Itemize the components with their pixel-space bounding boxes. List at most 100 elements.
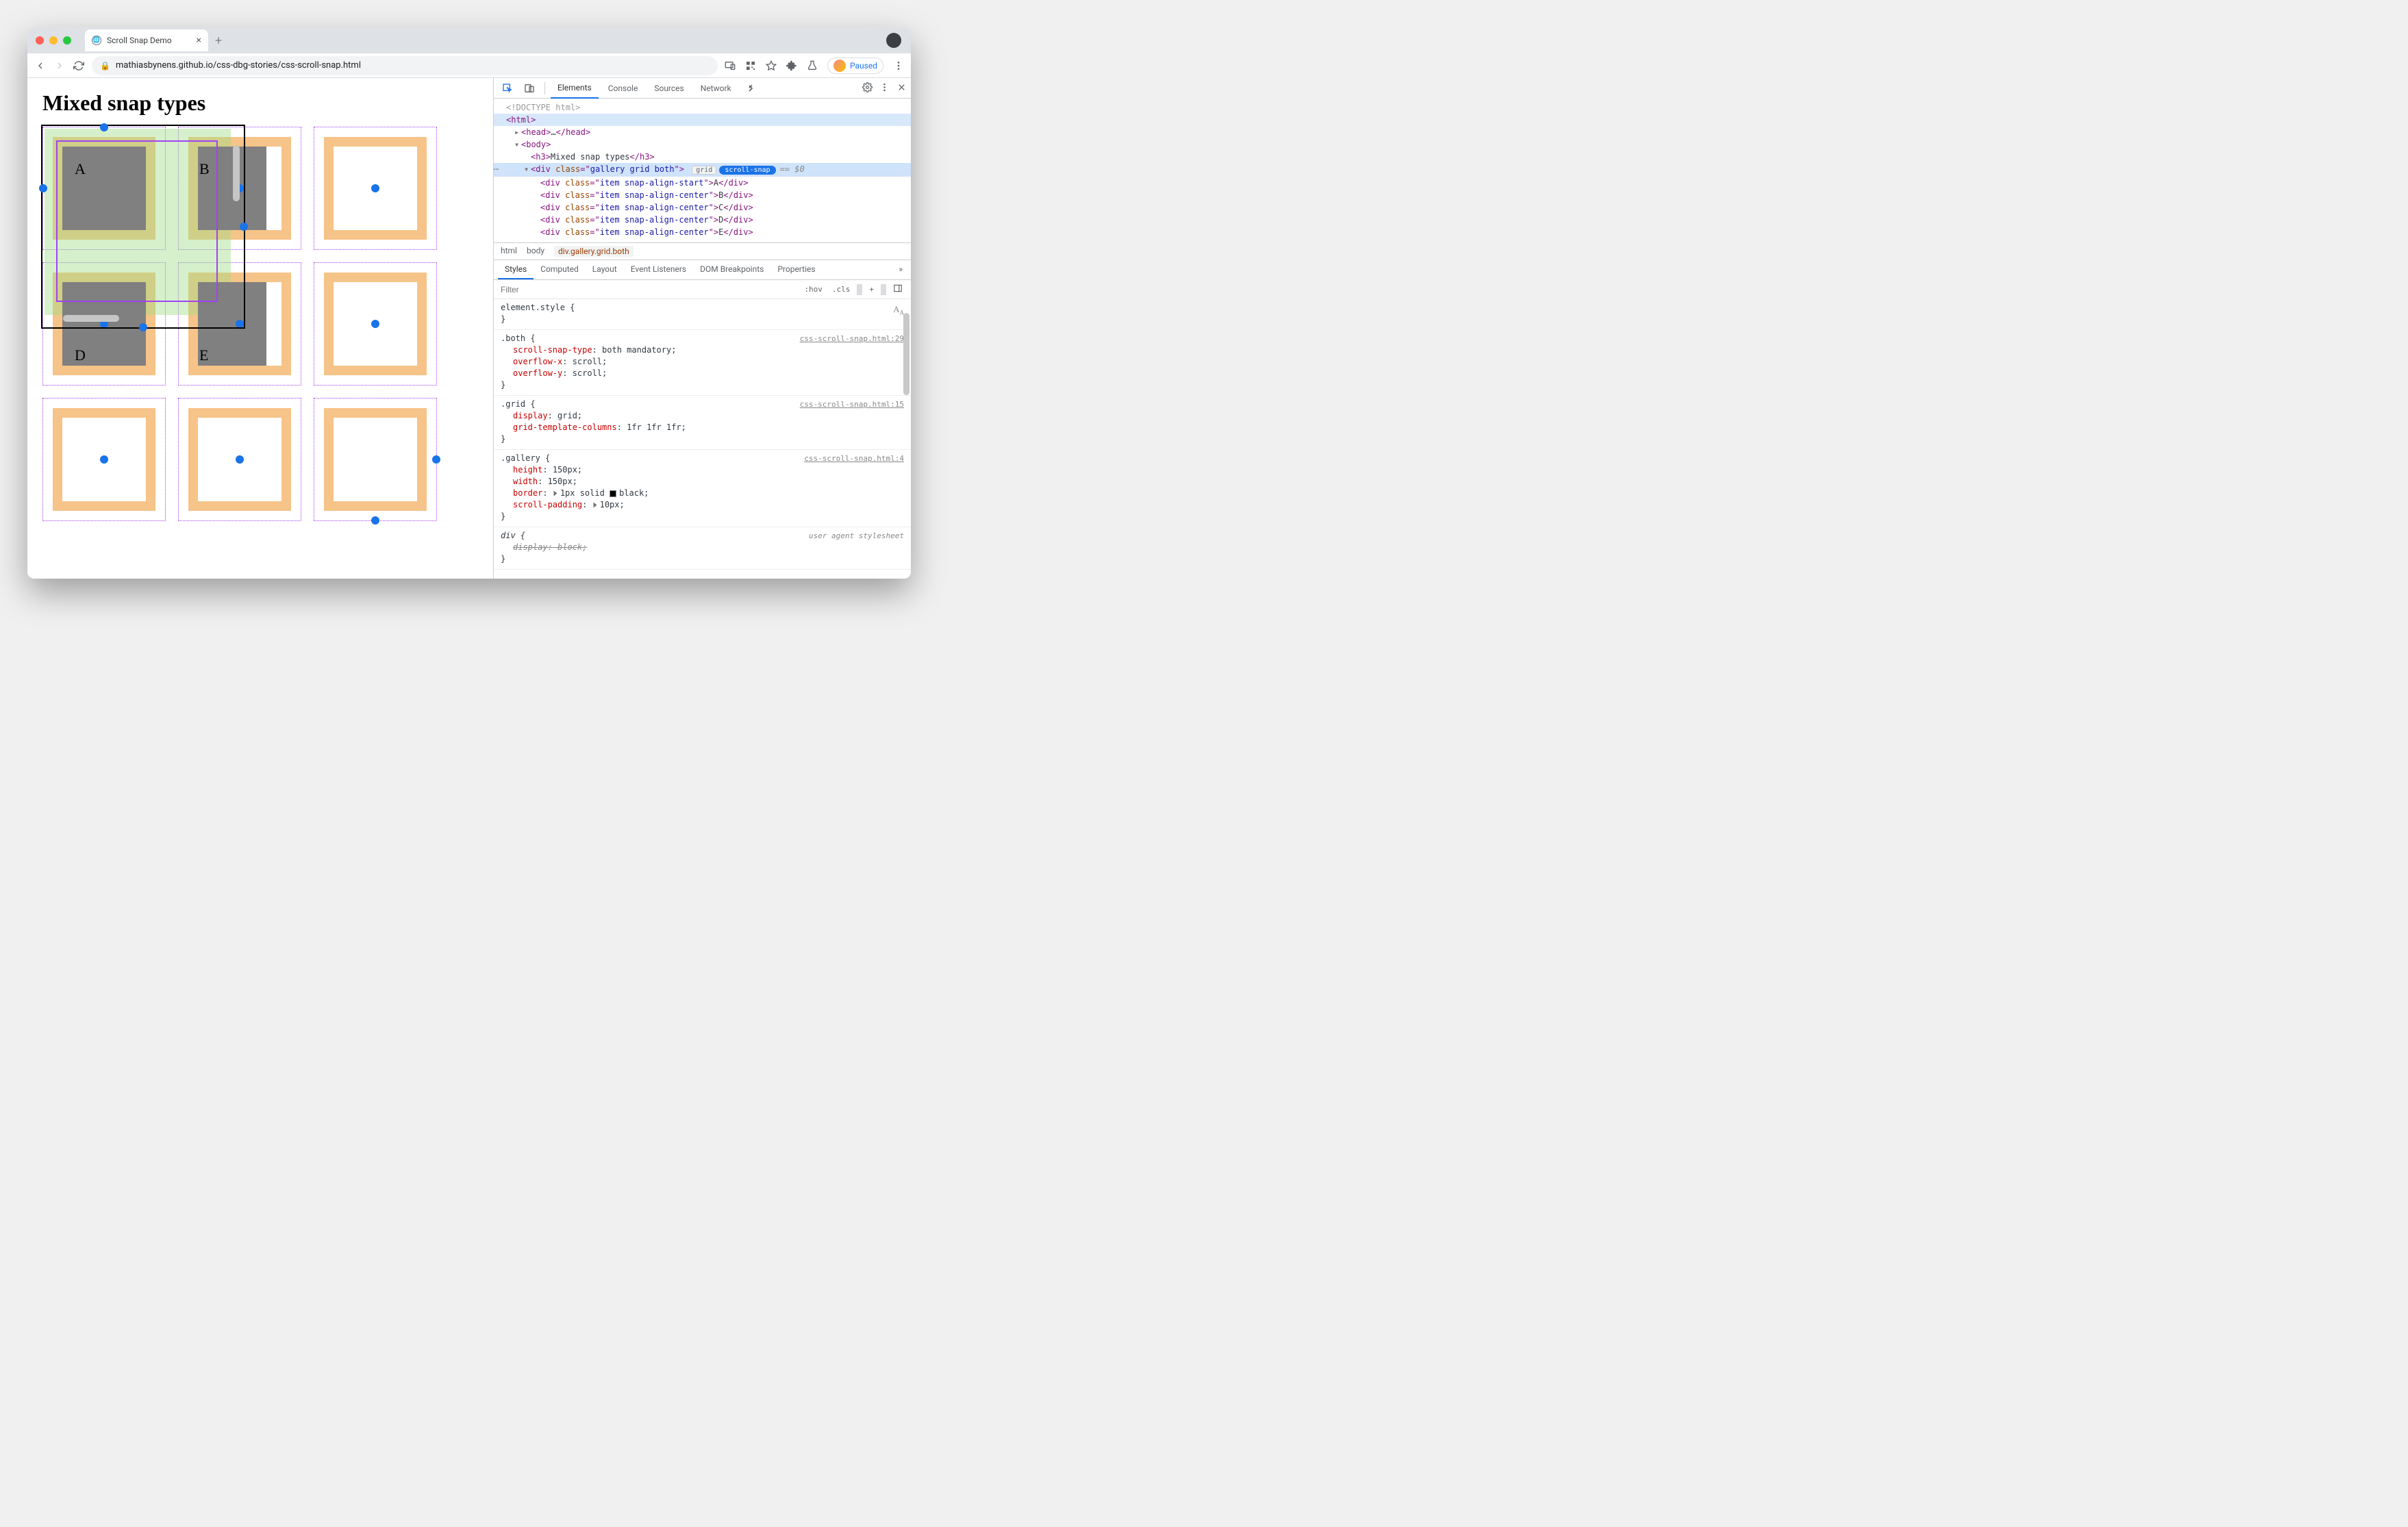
grid-overlay-container: A B D bbox=[42, 127, 453, 521]
settings-gear-icon[interactable] bbox=[862, 82, 873, 94]
profile-paused-chip[interactable]: Paused bbox=[827, 58, 883, 74]
extensions-icon[interactable] bbox=[786, 60, 797, 71]
devtools-tabbar: Elements Console Sources Network bbox=[494, 78, 911, 99]
dom-node[interactable]: ▸<head>…</head> bbox=[494, 126, 911, 138]
snap-point-icon bbox=[139, 323, 147, 331]
tab-computed[interactable]: Computed bbox=[534, 260, 586, 279]
devtools-panel: Elements Console Sources Network <!DOCTY… bbox=[493, 78, 911, 579]
css-declaration[interactable]: display: grid; bbox=[501, 410, 904, 422]
dom-tree[interactable]: <!DOCTYPE html> <html> ▸<head>…</head> ▾… bbox=[494, 99, 911, 242]
grid-cell[interactable] bbox=[42, 398, 166, 521]
kebab-menu-icon[interactable] bbox=[893, 60, 904, 71]
device-toggle-icon[interactable] bbox=[520, 80, 539, 97]
new-rule-button[interactable]: + bbox=[866, 283, 877, 295]
css-declaration[interactable]: overflow-y: scroll; bbox=[501, 368, 904, 379]
dom-node-selected[interactable]: ⋯▾<div class="gallery grid both"> gridsc… bbox=[494, 163, 911, 177]
dom-node[interactable]: ▾<body> bbox=[494, 138, 911, 151]
titlebar: 🌐 Scroll Snap Demo × + bbox=[27, 27, 911, 53]
inspect-icon[interactable] bbox=[498, 80, 517, 97]
dom-node[interactable]: <!DOCTYPE html> bbox=[494, 101, 911, 114]
devices-icon[interactable] bbox=[725, 60, 736, 71]
close-devtools-icon[interactable] bbox=[896, 82, 907, 94]
tab-elements[interactable]: Elements bbox=[551, 78, 599, 99]
dom-node[interactable]: <div class="item snap-align-start">A</di… bbox=[494, 177, 911, 189]
more-tabs-icon[interactable] bbox=[741, 80, 760, 97]
dom-node[interactable]: <div class="item snap-align-center">D</d… bbox=[494, 214, 911, 226]
grid-cell[interactable] bbox=[314, 398, 437, 521]
item-label: B bbox=[199, 160, 210, 178]
css-rule[interactable]: element.style {} bbox=[494, 299, 911, 330]
css-declaration[interactable]: width: 150px; bbox=[501, 476, 904, 488]
css-declaration[interactable]: grid-template-columns: 1fr 1fr 1fr; bbox=[501, 422, 904, 433]
css-declaration[interactable]: height: 150px; bbox=[501, 464, 904, 476]
snap-point-icon bbox=[432, 455, 440, 464]
tab-console[interactable]: Console bbox=[601, 79, 645, 98]
divider bbox=[857, 284, 862, 295]
css-declaration[interactable]: overflow-x: scroll; bbox=[501, 356, 904, 368]
browser-window: 🌐 Scroll Snap Demo × + 🔒 mathiasbynens.g… bbox=[27, 27, 911, 579]
cls-toggle[interactable]: .cls bbox=[829, 283, 853, 295]
kebab-menu-icon[interactable] bbox=[879, 82, 890, 94]
grid-badge[interactable]: grid bbox=[692, 166, 716, 175]
browser-tab[interactable]: 🌐 Scroll Snap Demo × bbox=[85, 29, 208, 51]
paused-label: Paused bbox=[850, 61, 877, 71]
reload-button[interactable] bbox=[73, 60, 85, 72]
url-text: mathiasbynens.github.io/css-dbg-stories/… bbox=[116, 60, 361, 71]
css-rule[interactable]: .grid {css-scroll-snap.html:15display: g… bbox=[494, 396, 911, 450]
close-window-icon[interactable] bbox=[36, 36, 44, 45]
grid-cell[interactable] bbox=[314, 262, 437, 386]
address-bar[interactable]: 🔒 mathiasbynens.github.io/css-dbg-storie… bbox=[92, 56, 718, 75]
bookmark-star-icon[interactable] bbox=[766, 60, 777, 71]
item-label: E bbox=[199, 346, 208, 364]
back-button[interactable] bbox=[34, 60, 47, 72]
scroll-snap-badge[interactable]: scroll-snap bbox=[719, 166, 775, 175]
tab-layout[interactable]: Layout bbox=[586, 260, 624, 279]
tab-properties[interactable]: Properties bbox=[770, 260, 822, 279]
dom-node[interactable]: <div class="item snap-align-center">C</d… bbox=[494, 201, 911, 214]
grid-cell[interactable] bbox=[178, 398, 301, 521]
minimize-window-icon[interactable] bbox=[49, 36, 58, 45]
grid-cell[interactable] bbox=[314, 127, 437, 250]
tab-event-listeners[interactable]: Event Listeners bbox=[624, 260, 693, 279]
css-declaration[interactable]: scroll-snap-type: both mandatory; bbox=[501, 344, 904, 356]
css-rule[interactable]: .gallery {css-scroll-snap.html:4height: … bbox=[494, 450, 911, 527]
dom-node[interactable]: <h3>Mixed snap types</h3> bbox=[494, 151, 911, 163]
css-rule[interactable]: div {user agent stylesheetdisplay: block… bbox=[494, 527, 911, 570]
crumb-body[interactable]: body bbox=[527, 246, 544, 257]
content-split: Mixed snap types A B bbox=[27, 78, 911, 579]
scrollbar-vertical[interactable] bbox=[233, 145, 240, 201]
more-tabs-icon[interactable]: » bbox=[894, 260, 907, 279]
styles-filter-input[interactable] bbox=[494, 285, 796, 294]
css-declaration[interactable]: display: block; bbox=[501, 542, 904, 553]
page-viewport: Mixed snap types A B bbox=[27, 78, 493, 579]
dom-node[interactable]: <div class="item snap-align-center">B</d… bbox=[494, 189, 911, 201]
css-declaration[interactable]: border: 1px solid black; bbox=[501, 488, 904, 499]
dom-node[interactable]: <div class="item snap-align-center">E</d… bbox=[494, 226, 911, 238]
lock-icon: 🔒 bbox=[100, 61, 110, 71]
snap-point-icon bbox=[39, 184, 47, 192]
maximize-window-icon[interactable] bbox=[63, 36, 71, 45]
tab-sources[interactable]: Sources bbox=[647, 79, 690, 98]
qr-icon[interactable] bbox=[745, 60, 756, 71]
tab-dom-breakpoints[interactable]: DOM Breakpoints bbox=[693, 260, 770, 279]
tab-styles[interactable]: Styles bbox=[498, 260, 534, 279]
dom-node[interactable]: <html> bbox=[494, 114, 911, 126]
hov-toggle[interactable]: :hov bbox=[801, 283, 825, 295]
snap-point-icon bbox=[371, 320, 379, 328]
crumb-html[interactable]: html bbox=[501, 246, 517, 257]
tab-title: Scroll Snap Demo bbox=[107, 36, 172, 45]
new-tab-button[interactable]: + bbox=[215, 34, 222, 48]
crumb-selected[interactable]: div.gallery.grid.both bbox=[554, 246, 634, 257]
snap-point-icon bbox=[100, 123, 108, 131]
snap-point-icon bbox=[371, 184, 379, 192]
styles-body[interactable]: AA element.style {}.both {css-scroll-sna… bbox=[494, 299, 911, 579]
scrollbar-vertical[interactable] bbox=[901, 299, 911, 579]
window-controls bbox=[36, 36, 71, 45]
close-tab-icon[interactable]: × bbox=[197, 35, 201, 46]
scrollbar-horizontal[interactable] bbox=[63, 315, 119, 322]
tab-network[interactable]: Network bbox=[694, 79, 738, 98]
css-rule[interactable]: .both {css-scroll-snap.html:29scroll-sna… bbox=[494, 330, 911, 396]
css-declaration[interactable]: scroll-padding: 10px; bbox=[501, 499, 904, 511]
labs-icon[interactable] bbox=[807, 60, 818, 71]
toggle-sidebar-icon[interactable] bbox=[890, 282, 905, 296]
